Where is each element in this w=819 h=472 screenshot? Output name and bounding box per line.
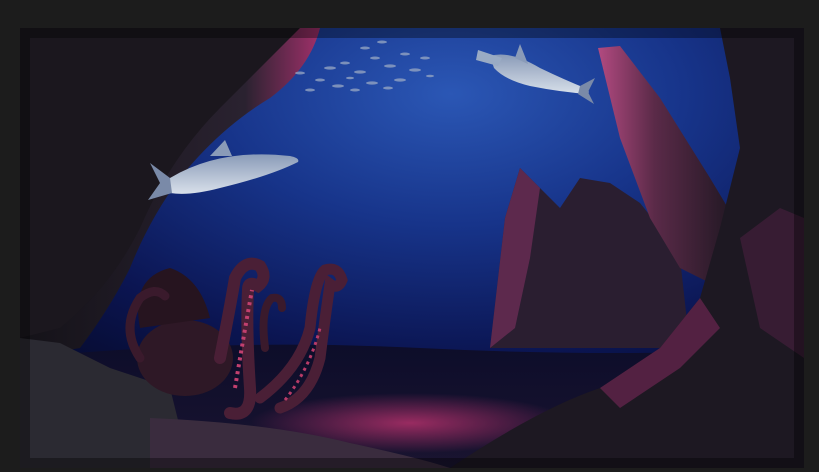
image-frame bbox=[0, 0, 819, 472]
scene-svg bbox=[20, 28, 804, 468]
underwater-scene bbox=[20, 28, 804, 468]
